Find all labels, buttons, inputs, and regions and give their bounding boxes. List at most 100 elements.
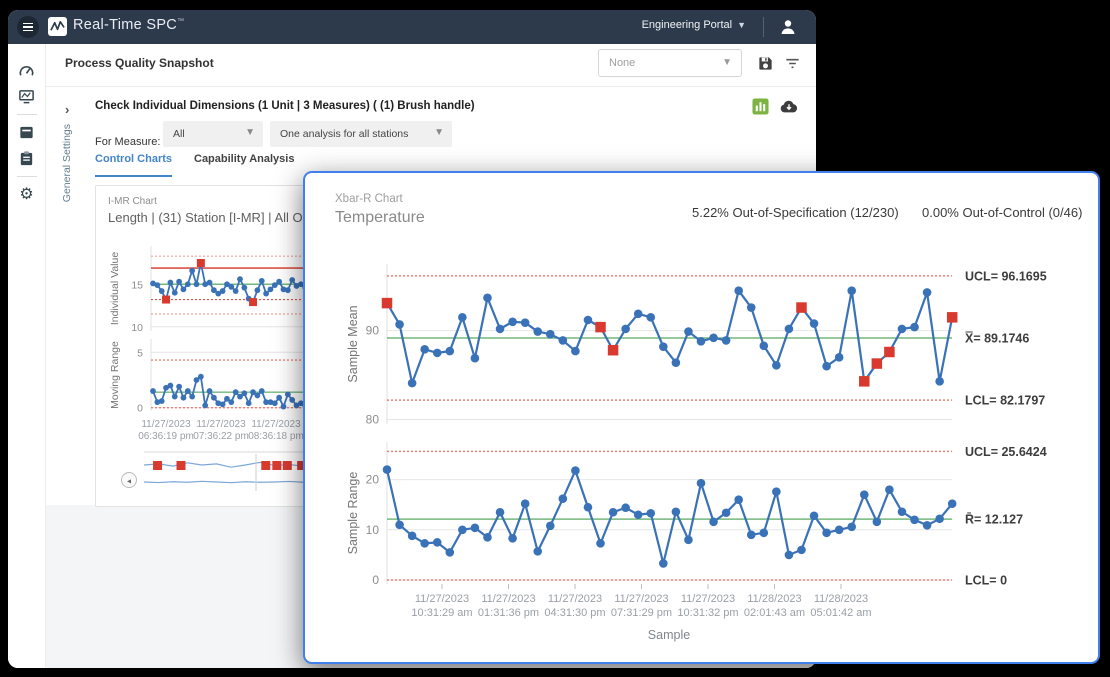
data-point-marker[interactable]	[697, 479, 706, 488]
data-point-marker[interactable]	[772, 361, 781, 370]
data-point-marker[interactable]	[684, 327, 693, 336]
data-point-marker[interactable]	[559, 336, 568, 345]
data-point-marker[interactable]	[181, 286, 187, 292]
data-point-marker[interactable]	[722, 336, 731, 345]
data-point-marker[interactable]	[168, 280, 174, 286]
data-point-marker[interactable]	[697, 337, 706, 346]
data-point-marker[interactable]	[285, 287, 291, 293]
data-point-marker[interactable]	[885, 485, 894, 494]
data-point-marker[interactable]	[446, 347, 455, 356]
data-point-marker[interactable]	[150, 388, 156, 394]
data-point-marker[interactable]	[797, 546, 806, 555]
data-point-marker[interactable]	[835, 526, 844, 535]
gear-icon[interactable]: ⚙	[18, 186, 36, 204]
data-point-marker[interactable]	[948, 499, 957, 508]
data-point-marker[interactable]	[923, 288, 932, 297]
data-point-marker[interactable]	[684, 536, 693, 545]
data-point-marker[interactable]	[785, 325, 794, 334]
data-point-marker[interactable]	[722, 508, 731, 517]
oos-marker[interactable]	[595, 322, 606, 333]
data-point-marker[interactable]	[233, 389, 239, 395]
data-point-marker[interactable]	[285, 391, 291, 397]
oos-marker[interactable]	[249, 298, 257, 306]
data-point-marker[interactable]	[822, 362, 831, 371]
data-point-marker[interactable]	[289, 277, 295, 283]
data-point-marker[interactable]	[496, 508, 505, 517]
oos-marker[interactable]	[884, 347, 895, 358]
data-point-marker[interactable]	[281, 404, 287, 410]
data-point-marker[interactable]	[646, 509, 655, 518]
data-point-marker[interactable]	[233, 288, 239, 294]
data-point-marker[interactable]	[646, 313, 655, 322]
data-point-marker[interactable]	[471, 524, 480, 533]
navigator-oos-marker[interactable]	[153, 461, 162, 470]
navigator-oos-marker[interactable]	[272, 461, 281, 470]
data-point-marker[interactable]	[228, 399, 234, 405]
data-point-marker[interactable]	[734, 495, 743, 504]
filter-icon[interactable]	[784, 55, 801, 72]
data-point-marker[interactable]	[176, 279, 182, 285]
data-point-marker[interactable]	[458, 526, 467, 535]
data-point-marker[interactable]	[659, 559, 668, 568]
data-point-marker[interactable]	[747, 303, 756, 312]
data-point-marker[interactable]	[847, 286, 856, 295]
data-point-marker[interactable]	[508, 317, 517, 326]
data-point-marker[interactable]	[609, 508, 618, 517]
data-point-marker[interactable]	[822, 529, 831, 538]
data-point-marker[interactable]	[194, 281, 200, 287]
data-point-marker[interactable]	[198, 374, 204, 380]
data-point-marker[interactable]	[935, 514, 944, 523]
user-icon[interactable]	[778, 17, 798, 37]
cloud-download-icon[interactable]	[779, 98, 796, 115]
data-point-marker[interactable]	[433, 538, 442, 547]
data-point-marker[interactable]	[176, 384, 182, 390]
data-point-marker[interactable]	[584, 503, 593, 512]
data-point-marker[interactable]	[255, 393, 261, 399]
data-point-marker[interactable]	[395, 320, 404, 329]
oos-marker[interactable]	[796, 302, 807, 313]
data-point-marker[interactable]	[228, 284, 234, 290]
data-point-marker[interactable]	[237, 276, 243, 282]
data-point-marker[interactable]	[259, 388, 265, 394]
archive-box-icon[interactable]	[18, 124, 36, 142]
tab-capability-analysis[interactable]: Capability Analysis	[194, 153, 294, 177]
data-point-marker[interactable]	[772, 487, 781, 496]
data-point-marker[interactable]	[571, 347, 580, 356]
data-point-marker[interactable]	[207, 280, 213, 286]
data-point-marker[interactable]	[289, 397, 295, 403]
data-point-marker[interactable]	[898, 507, 907, 516]
data-point-marker[interactable]	[246, 400, 252, 406]
data-point-marker[interactable]	[533, 327, 542, 336]
data-point-marker[interactable]	[935, 377, 944, 386]
data-point-marker[interactable]	[433, 349, 442, 358]
data-point-marker[interactable]	[189, 394, 195, 400]
oos-marker[interactable]	[162, 296, 170, 304]
measure-select[interactable]: All ▼	[163, 121, 263, 147]
chart-view-icon[interactable]	[752, 98, 769, 115]
dashboard-gauge-icon[interactable]	[18, 63, 36, 81]
data-point-marker[interactable]	[408, 379, 417, 388]
data-point-marker[interactable]	[496, 325, 505, 334]
data-point-marker[interactable]	[521, 318, 530, 327]
data-point-marker[interactable]	[255, 287, 261, 293]
oos-marker[interactable]	[947, 312, 958, 323]
data-point-marker[interactable]	[168, 383, 174, 389]
oos-marker[interactable]	[872, 358, 883, 369]
portal-dropdown[interactable]: Engineering Portal▼	[642, 19, 746, 31]
data-point-marker[interactable]	[446, 548, 455, 557]
data-point-marker[interactable]	[898, 325, 907, 334]
data-point-marker[interactable]	[785, 551, 794, 560]
data-point-marker[interactable]	[546, 330, 555, 339]
data-point-marker[interactable]	[272, 400, 278, 406]
data-point-marker[interactable]	[910, 515, 919, 524]
data-point-marker[interactable]	[181, 395, 187, 401]
data-point-marker[interactable]	[241, 390, 247, 396]
data-point-marker[interactable]	[276, 395, 282, 401]
oos-marker[interactable]	[197, 259, 205, 267]
data-point-marker[interactable]	[220, 401, 226, 407]
data-point-marker[interactable]	[172, 394, 178, 400]
data-point-marker[interactable]	[259, 278, 265, 284]
data-point-marker[interactable]	[533, 547, 542, 556]
data-point-marker[interactable]	[760, 529, 769, 538]
data-point-marker[interactable]	[847, 522, 856, 531]
